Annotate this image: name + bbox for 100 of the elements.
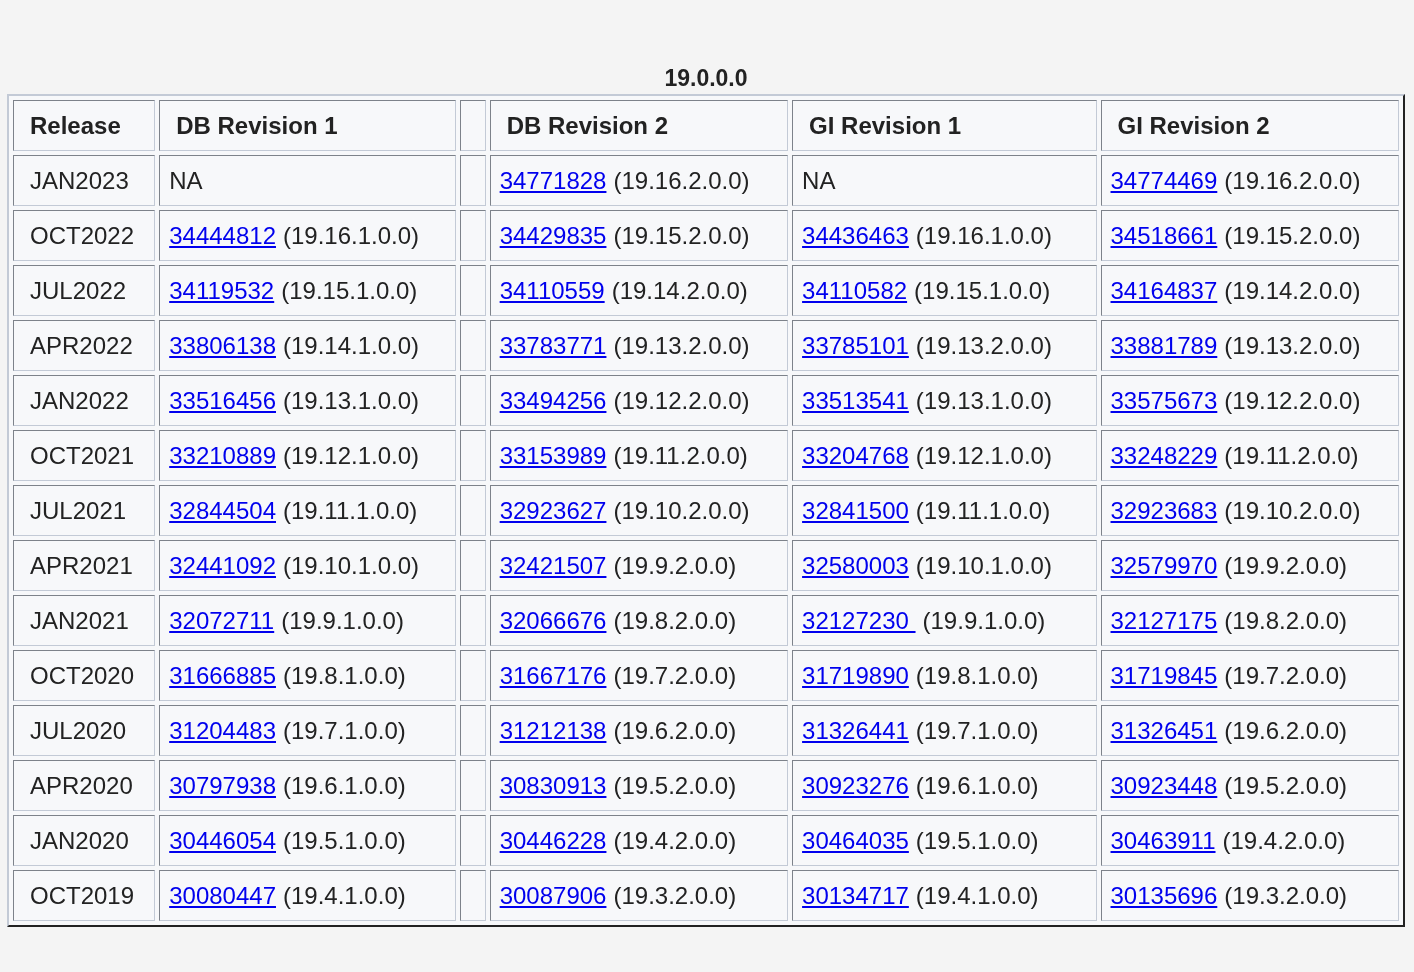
patch-link[interactable]: 33575673 <box>1110 386 1218 414</box>
patch-link[interactable]: 31326441 <box>802 716 909 744</box>
patch-link[interactable]: 30464035 <box>802 826 909 854</box>
patch-link[interactable]: 33516456 <box>169 386 276 414</box>
patch-link[interactable]: 32072711 <box>169 606 275 634</box>
version-text: (19.7.1.0.0) <box>283 716 406 744</box>
patch-link[interactable]: 33494256 <box>499 386 607 414</box>
patch-link[interactable]: 32441092 <box>169 551 276 579</box>
version-text: (19.14.2.0.0) <box>611 276 748 304</box>
patch-link[interactable]: 30830913 <box>499 771 607 799</box>
patch-link[interactable]: 33153989 <box>499 441 607 469</box>
patch-link[interactable]: 30087906 <box>499 881 607 909</box>
version-text: (19.9.2.0.0) <box>613 551 737 579</box>
patch-link[interactable]: 34110559 <box>499 276 605 304</box>
patch-link[interactable]: 30463911 <box>1110 826 1216 854</box>
column-header: GI Revision 1 <box>792 100 1097 151</box>
release-cell: APR2022 <box>13 320 156 371</box>
release-cell: APR2021 <box>13 540 156 591</box>
patch-link[interactable]: 34436463 <box>802 221 909 249</box>
patch-link[interactable]: 33513541 <box>802 386 909 414</box>
version-text: (19.7.1.0.0) <box>915 716 1039 744</box>
patch-link[interactable]: 31212138 <box>499 716 607 744</box>
empty-cell <box>459 705 486 756</box>
patch-link[interactable]: 31666885 <box>169 661 276 689</box>
patch-link[interactable]: 34164837 <box>1110 276 1218 304</box>
version-text: (19.6.2.0.0) <box>1224 716 1348 744</box>
release-cell: JUL2022 <box>13 265 156 316</box>
patch-link[interactable]: 34429835 <box>499 221 607 249</box>
patch-link[interactable]: 33806138 <box>169 331 276 359</box>
version-text: (19.12.1.0.0) <box>915 441 1052 469</box>
version-text: (19.7.2.0.0) <box>1224 661 1348 689</box>
empty-cell <box>459 210 486 261</box>
version-text: (19.10.2.0.0) <box>613 496 750 524</box>
patch-link[interactable]: 33783771 <box>499 331 607 359</box>
patch-link[interactable]: 31326451 <box>1110 716 1218 744</box>
version-text: (19.16.2.0.0) <box>1224 166 1361 194</box>
patch-link[interactable]: 31204483 <box>169 716 276 744</box>
patch-link[interactable]: 31719890 <box>802 661 909 689</box>
patch-link[interactable]: 33881789 <box>1110 331 1218 359</box>
version-text: (19.12.2.0.0) <box>613 386 750 414</box>
patch-link[interactable]: 30446228 <box>499 826 607 854</box>
patch-link[interactable]: 30923448 <box>1110 771 1218 799</box>
column-header: GI Revision 2 <box>1100 100 1399 151</box>
version-text: (19.12.2.0.0) <box>1224 386 1361 414</box>
patch-link[interactable]: 32421507 <box>499 551 607 579</box>
version-text: (19.14.2.0.0) <box>1224 276 1361 304</box>
patch-link[interactable]: 34444812 <box>169 221 276 249</box>
patch-link[interactable]: 30134717 <box>802 881 909 909</box>
version-text: (19.13.2.0.0) <box>613 331 750 359</box>
table-cell: NA <box>792 155 1097 206</box>
patch-link[interactable]: 34771828 <box>499 166 607 194</box>
patch-link[interactable]: 34110582 <box>802 276 908 304</box>
version-text: (19.11.1.0.0) <box>915 496 1051 524</box>
patch-link[interactable]: 34774469 <box>1110 166 1218 194</box>
release-cell: OCT2022 <box>13 210 156 261</box>
version-text: (19.11.2.0.0) <box>613 441 748 469</box>
version-text: (19.5.2.0.0) <box>613 771 737 799</box>
patch-link[interactable]: 30080447 <box>169 881 276 909</box>
patch-link[interactable]: 32066676 <box>499 606 607 634</box>
version-text: (19.10.1.0.0) <box>915 551 1052 579</box>
patch-link[interactable]: 33204768 <box>802 441 909 469</box>
patch-link[interactable]: 32844504 <box>169 496 276 524</box>
patch-link[interactable]: 31667176 <box>499 661 607 689</box>
version-text: (19.10.2.0.0) <box>1224 496 1361 524</box>
empty-cell <box>459 540 486 591</box>
patch-link[interactable]: 32579970 <box>1110 551 1218 579</box>
empty-cell <box>459 595 486 646</box>
patch-link[interactable]: 32127230 <box>802 606 916 634</box>
patch-link[interactable]: 30446054 <box>169 826 276 854</box>
patch-link[interactable]: 32127175 <box>1110 606 1218 634</box>
patch-link[interactable]: 32923683 <box>1110 496 1218 524</box>
version-text: (19.5.1.0.0) <box>915 826 1039 854</box>
patch-link[interactable]: 33248229 <box>1110 441 1218 469</box>
patch-link[interactable]: 32841500 <box>802 496 909 524</box>
patch-link[interactable]: 33785101 <box>802 331 909 359</box>
version-text: (19.9.2.0.0) <box>1224 551 1348 579</box>
patch-link[interactable]: 30135696 <box>1110 881 1218 909</box>
empty-cell <box>459 320 486 371</box>
patch-link[interactable]: 30923276 <box>802 771 909 799</box>
patch-link[interactable]: 33210889 <box>169 441 276 469</box>
version-text: (19.13.2.0.0) <box>915 331 1052 359</box>
patch-link[interactable]: 31719845 <box>1110 661 1218 689</box>
version-text: (19.6.1.0.0) <box>915 771 1039 799</box>
version-text: (19.8.1.0.0) <box>915 661 1039 689</box>
empty-cell <box>459 815 486 866</box>
patch-link[interactable]: 34518661 <box>1110 221 1218 249</box>
version-text: (19.8.2.0.0) <box>1224 606 1348 634</box>
version-text: (19.9.1.0.0) <box>281 606 404 634</box>
release-cell: JAN2023 <box>13 155 156 206</box>
version-text: (19.15.2.0.0) <box>613 221 750 249</box>
patch-link[interactable]: 32923627 <box>499 496 607 524</box>
version-text: (19.4.1.0.0) <box>283 881 406 909</box>
patch-link[interactable]: 32580003 <box>802 551 909 579</box>
empty-cell <box>459 375 486 426</box>
release-cell: JAN2020 <box>13 815 156 866</box>
version-text: (19.10.1.0.0) <box>283 551 420 579</box>
patch-link[interactable]: 30797938 <box>169 771 276 799</box>
version-text: (19.16.1.0.0) <box>915 221 1052 249</box>
patch-link[interactable]: 34119532 <box>169 276 275 304</box>
version-text: (19.4.1.0.0) <box>915 881 1039 909</box>
